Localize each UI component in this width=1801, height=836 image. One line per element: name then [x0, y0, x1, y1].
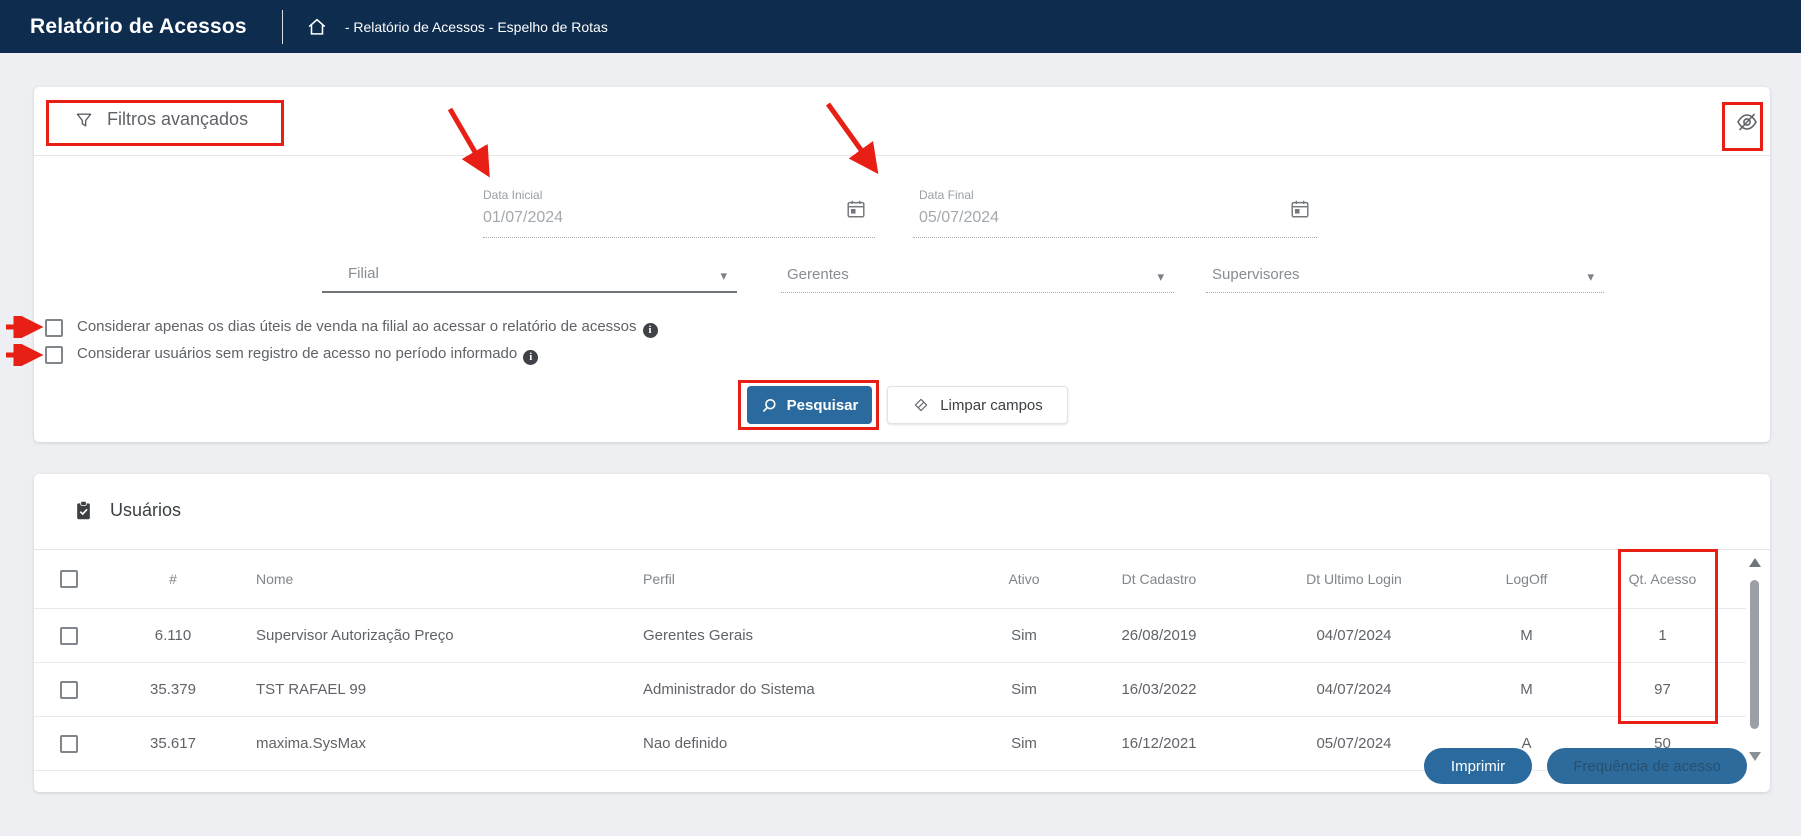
cell-num: 35.617	[104, 735, 244, 752]
info-icon[interactable]: i	[523, 350, 538, 365]
table-scrollbar[interactable]	[1748, 552, 1763, 774]
cell-dt-ultimo-login: 04/07/2024	[1234, 681, 1474, 698]
col-header-qt-acesso[interactable]: Qt. Acesso	[1579, 571, 1746, 587]
row-checkbox[interactable]	[60, 627, 78, 645]
filter-funnel-icon	[74, 110, 94, 130]
filial-select[interactable]: Filial ▾	[322, 255, 737, 293]
limpar-campos-button-label: Limpar campos	[940, 397, 1043, 414]
frequencia-de-acesso-button[interactable]: Frequência de acesso	[1547, 748, 1747, 784]
row-checkbox[interactable]	[60, 735, 78, 753]
cell-dt-ultimo-login: 04/07/2024	[1234, 627, 1474, 644]
chevron-down-icon[interactable]: ▾	[1157, 269, 1164, 285]
pesquisar-button-label: Pesquisar	[787, 397, 859, 414]
scrollbar-thumb[interactable]	[1750, 580, 1759, 729]
calendar-icon[interactable]	[845, 198, 867, 225]
cell-logoff: M	[1474, 627, 1579, 644]
cell-dt-cadastro: 16/03/2022	[1084, 681, 1234, 698]
col-header-dt-cadastro[interactable]: Dt Cadastro	[1084, 571, 1234, 587]
pesquisar-button[interactable]: Pesquisar	[747, 386, 872, 424]
table-row[interactable]: 35.379 TST RAFAEL 99 Administrador do Si…	[34, 663, 1746, 717]
filters-card: Filtros avançados Data Inicial 01/07/202…	[34, 87, 1770, 442]
checkbox-row-dias-uteis: Considerar apenas os dias úteis de venda…	[45, 318, 658, 338]
dias-uteis-checkbox[interactable]	[45, 319, 63, 337]
sem-registro-checkbox[interactable]	[45, 346, 63, 364]
cell-ativo: Sim	[964, 627, 1084, 644]
topbar-divider	[282, 10, 283, 44]
eraser-icon	[912, 396, 930, 414]
users-table: # Nome Perfil Ativo Dt Cadastro Dt Ultim…	[34, 549, 1746, 771]
sem-registro-checkbox-label: Considerar usuários sem registro de aces…	[77, 345, 538, 365]
date-start-value[interactable]: 01/07/2024	[483, 202, 875, 227]
date-end-label: Data Final	[919, 183, 1317, 202]
cell-qt-acesso: 1	[1579, 627, 1746, 644]
checkbox-row-sem-registro: Considerar usuários sem registro de aces…	[45, 345, 538, 365]
cell-perfil: Nao definido	[634, 735, 964, 752]
clipboard-check-icon	[74, 500, 93, 521]
gerentes-select[interactable]: Gerentes ▾	[781, 255, 1174, 293]
breadcrumb: - Relatório de Acessos - Espelho de Rota…	[345, 19, 608, 35]
page-title: Relatório de Acessos	[30, 15, 247, 39]
col-header-perfil[interactable]: Perfil	[634, 571, 964, 587]
cell-num: 35.379	[104, 681, 244, 698]
cell-nome: maxima.SysMax	[244, 735, 634, 752]
scroll-up-arrow-icon[interactable]	[1749, 558, 1761, 567]
calendar-icon[interactable]	[1289, 198, 1311, 225]
col-header-dt-ultimo-login[interactable]: Dt Ultimo Login	[1234, 571, 1474, 587]
chevron-down-icon[interactable]: ▾	[720, 268, 727, 284]
filters-header[interactable]: Filtros avançados	[74, 109, 248, 130]
gerentes-select-label: Gerentes	[787, 266, 849, 292]
limpar-campos-button[interactable]: Limpar campos	[887, 386, 1068, 424]
cell-ativo: Sim	[964, 735, 1084, 752]
row-checkbox[interactable]	[60, 681, 78, 699]
filial-select-label: Filial	[348, 265, 379, 291]
col-header-logoff[interactable]: LogOff	[1474, 571, 1579, 587]
cell-nome: Supervisor Autorização Preço	[244, 627, 634, 644]
cell-dt-cadastro: 16/12/2021	[1084, 735, 1234, 752]
filters-header-divider	[34, 155, 1770, 156]
search-icon	[761, 397, 778, 414]
scroll-down-arrow-icon[interactable]	[1749, 752, 1761, 761]
imprimir-button[interactable]: Imprimir	[1424, 748, 1532, 784]
cell-logoff: M	[1474, 681, 1579, 698]
cell-num: 6.110	[104, 627, 244, 644]
date-end-value[interactable]: 05/07/2024	[919, 202, 1317, 227]
cell-nome: TST RAFAEL 99	[244, 681, 634, 698]
page: { "header": { "title": "Relatório de Ace…	[0, 0, 1801, 836]
select-all-checkbox[interactable]	[60, 570, 78, 588]
cell-perfil: Gerentes Gerais	[634, 627, 964, 644]
date-start-label: Data Inicial	[483, 183, 875, 202]
users-card: Usuários # Nome Perfil Ativo Dt Cadastro…	[34, 474, 1770, 792]
table-row[interactable]: 6.110 Supervisor Autorização Preço Geren…	[34, 609, 1746, 663]
cell-qt-acesso: 97	[1579, 681, 1746, 698]
chevron-down-icon[interactable]: ▾	[1587, 269, 1594, 285]
users-title: Usuários	[110, 500, 181, 521]
col-header-num[interactable]: #	[104, 571, 244, 587]
date-start-field[interactable]: Data Inicial 01/07/2024	[483, 183, 875, 238]
col-header-nome[interactable]: Nome	[244, 571, 634, 587]
cell-ativo: Sim	[964, 681, 1084, 698]
top-bar: Relatório de Acessos - Relatório de Aces…	[0, 0, 1801, 53]
home-icon[interactable]	[305, 15, 329, 39]
dias-uteis-checkbox-label: Considerar apenas os dias úteis de venda…	[77, 318, 658, 338]
users-table-header: # Nome Perfil Ativo Dt Cadastro Dt Ultim…	[34, 549, 1746, 609]
supervisores-select[interactable]: Supervisores ▾	[1206, 255, 1604, 293]
cell-dt-cadastro: 26/08/2019	[1084, 627, 1234, 644]
hide-filters-eye-off-icon[interactable]	[1732, 107, 1762, 137]
users-header: Usuários	[74, 500, 181, 521]
date-end-field[interactable]: Data Final 05/07/2024	[913, 183, 1317, 238]
filters-title: Filtros avançados	[107, 109, 248, 130]
info-icon[interactable]: i	[643, 323, 658, 338]
cell-perfil: Administrador do Sistema	[634, 681, 964, 698]
supervisores-select-label: Supervisores	[1212, 266, 1300, 292]
col-header-ativo[interactable]: Ativo	[964, 571, 1084, 587]
